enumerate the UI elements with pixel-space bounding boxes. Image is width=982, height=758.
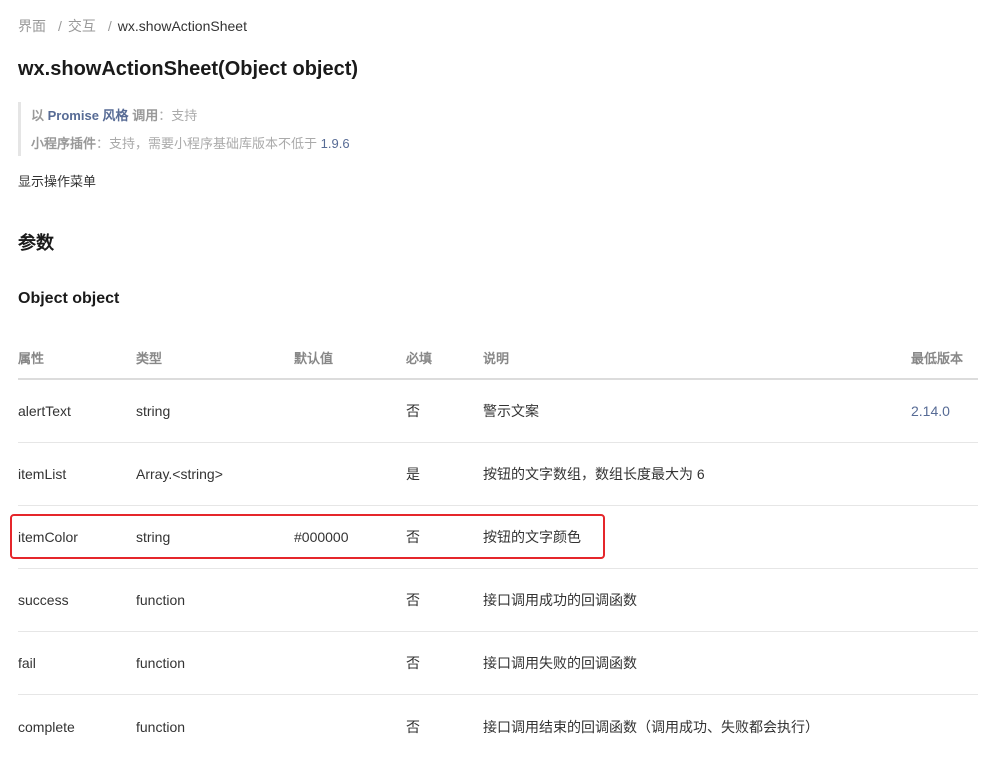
- cell-default: #000000: [294, 529, 349, 545]
- promise-style-link[interactable]: Promise 风格: [48, 108, 129, 123]
- params-table: 属性 类型 默认值 必填 说明 最低版本 alertText string 否 …: [18, 336, 978, 758]
- breadcrumb-current: wx.showActionSheet: [117, 18, 247, 34]
- cell-type: function: [136, 592, 186, 608]
- cell-description: 接口调用失败的回调函数: [483, 655, 637, 671]
- api-description: 显示操作菜单: [18, 174, 97, 189]
- table-row: alertText string 否 警示文案 2.14.0: [18, 380, 978, 443]
- cell-description: 接口调用结束的回调函数（调用成功、失败都会执行）: [483, 718, 819, 735]
- header-type: 类型: [136, 350, 163, 366]
- cell-property: success: [18, 592, 69, 608]
- promise-label: 调用: [132, 108, 159, 123]
- cell-required: 否: [406, 529, 420, 545]
- cell-description: 按钮的文字数组，数组长度最大为 6: [483, 466, 705, 482]
- promise-support-line: 以 Promise 风格 调用：支持: [31, 102, 538, 130]
- header-default: 默认值: [294, 350, 334, 366]
- header-required: 必填: [406, 350, 433, 366]
- cell-description: 警示文案: [483, 403, 539, 419]
- cell-property: fail: [18, 655, 36, 671]
- header-description: 说明: [483, 350, 510, 366]
- promise-value: ：支持: [158, 108, 198, 123]
- cell-description: 接口调用成功的回调函数: [483, 592, 637, 608]
- breadcrumb-item-ui[interactable]: 界面: [18, 16, 46, 36]
- cell-property: alertText: [18, 403, 71, 419]
- table-row: itemColor string #000000 否 按钮的文字颜色: [18, 506, 978, 569]
- section-heading-object: Object object: [18, 290, 120, 307]
- cell-type: string: [136, 403, 171, 419]
- breadcrumb-item-interaction[interactable]: 交互: [68, 16, 96, 36]
- table-header: 属性 类型 默认值 必填 说明 最低版本: [18, 336, 978, 380]
- section-heading-params: 参数: [18, 233, 54, 253]
- breadcrumb-separator: /: [107, 18, 112, 34]
- breadcrumb: 界面 / 交互 / wx.showActionSheet: [18, 16, 247, 36]
- cell-type: string: [136, 529, 171, 545]
- cell-property: itemColor: [18, 529, 78, 545]
- cell-required: 否: [406, 718, 420, 735]
- plugin-label: 小程序插件: [31, 136, 97, 151]
- support-note: 以 Promise 风格 调用：支持 小程序插件：支持，需要小程序基础库版本不低…: [18, 102, 538, 156]
- cell-description: 按钮的文字颜色: [483, 529, 581, 545]
- table-row: itemList Array.<string> 是 按钮的文字数组，数组长度最大…: [18, 443, 978, 506]
- table-row: success function 否 接口调用成功的回调函数: [18, 569, 978, 632]
- header-property: 属性: [18, 350, 45, 366]
- breadcrumb-separator: /: [58, 18, 62, 34]
- cell-type: function: [136, 655, 186, 671]
- cell-required: 是: [406, 466, 420, 482]
- cell-min-version-link[interactable]: 2.14.0: [911, 403, 950, 419]
- cell-type: Array.<string>: [136, 466, 223, 482]
- cell-type: function: [136, 718, 186, 735]
- min-version-link[interactable]: 1.9.6: [321, 136, 350, 151]
- plugin-support-line: 小程序插件：支持，需要小程序基础库版本不低于 1.9.6: [31, 130, 538, 158]
- cell-required: 否: [406, 403, 420, 419]
- cell-property: complete: [18, 718, 75, 735]
- cell-required: 否: [406, 592, 420, 608]
- cell-required: 否: [406, 655, 420, 671]
- cell-property: itemList: [18, 466, 67, 482]
- plugin-value: ：支持，需要小程序基础库版本不低于: [96, 136, 318, 151]
- header-min-version: 最低版本: [911, 350, 964, 366]
- table-row: complete function 否 接口调用结束的回调函数（调用成功、失败都…: [18, 695, 978, 758]
- page-title: wx.showActionSheet(Object object): [18, 58, 359, 80]
- promise-prefix: 以: [31, 108, 45, 123]
- table-row: fail function 否 接口调用失败的回调函数: [18, 632, 978, 695]
